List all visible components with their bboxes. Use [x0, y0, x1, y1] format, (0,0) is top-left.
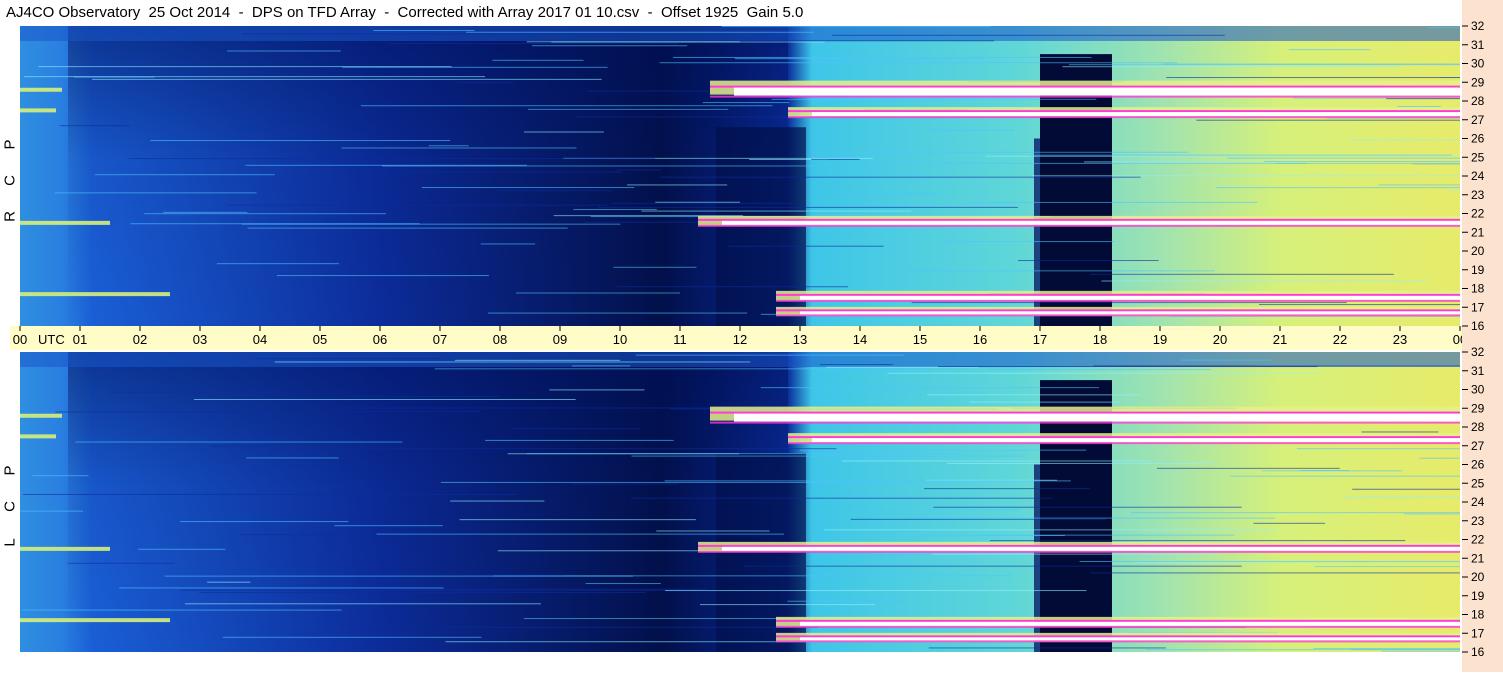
freq-tick-label: 16 [1471, 645, 1485, 659]
freq-tick-label: 31 [1471, 364, 1485, 378]
utc-tick-label: 06 [373, 332, 387, 347]
freq-tick-label: 28 [1471, 420, 1485, 434]
utc-tick-label: 15 [913, 332, 927, 347]
residual-band [20, 618, 170, 623]
utc-tick-label: 10 [613, 332, 627, 347]
polarization-letter: C [1, 175, 19, 186]
freq-tick-label: 23 [1471, 514, 1485, 528]
bright-band [710, 406, 1460, 424]
bright-band [776, 632, 1460, 643]
utc-tick-label: 09 [553, 332, 567, 347]
freq-tick-label: 32 [1471, 345, 1485, 359]
polarization-letter: L [1, 538, 19, 547]
utc-tick-label: 23 [1393, 332, 1407, 347]
utc-tick-label: 00 [13, 332, 27, 347]
spectrogram-rcp-image [20, 26, 1460, 326]
frequency-axis-strip: 32 31 30 29 28 27 26 25 24 23 22 21 20 19 18 17 16 32 31 30… [1462, 0, 1503, 672]
freq-tick-label: 30 [1471, 383, 1485, 397]
freq-tick-label: 17 [1471, 300, 1485, 314]
freq-tick-label: 25 [1471, 150, 1485, 164]
utc-tick-label: 13 [793, 332, 807, 347]
freq-tick-label: 24 [1471, 495, 1485, 509]
utc-unit-label: UTC [38, 332, 65, 347]
utc-tick-label: 17 [1033, 332, 1047, 347]
freq-tick-label: 20 [1471, 244, 1485, 258]
utc-tick-label: 22 [1333, 332, 1347, 347]
frequency-axes: 32 31 30 29 28 27 26 25 24 23 22 21 20 19 18 17 16 32 31 30… [1462, 19, 1485, 659]
residual-band [20, 108, 56, 113]
utc-tick-label: 14 [853, 332, 867, 347]
utc-tick-label: 18 [1093, 332, 1107, 347]
freq-tick-label: 22 [1471, 533, 1485, 547]
bright-band [776, 616, 1460, 628]
utc-tick-label: 21 [1273, 332, 1287, 347]
freq-tick-label: 32 [1471, 19, 1485, 33]
utc-tick-label: 11 [673, 332, 687, 347]
freq-tick-label: 21 [1471, 551, 1485, 565]
polarization-letter: P [1, 465, 19, 476]
night-gradient [68, 26, 788, 326]
bright-band [698, 215, 1460, 227]
utc-time-axis-ticks: 00 01 02 03 04 05 06 07 08 09 10 11 12 13 14 15 16 17 18 19… [13, 326, 1496, 347]
polarization-label-rcp: R C P [0, 26, 20, 326]
utc-tick-label: 03 [193, 332, 207, 347]
freq-tick-label: 26 [1471, 132, 1485, 146]
freq-tick-label: 22 [1471, 207, 1485, 221]
polarization-letter: R [1, 211, 19, 222]
utc-tick-label: 20 [1213, 332, 1227, 347]
freq-tick-label: 18 [1471, 608, 1485, 622]
polarization-letter: C [1, 501, 19, 512]
freq-tick-label: 21 [1471, 225, 1485, 239]
polarization-label-lcp: L C P [0, 352, 20, 652]
bright-band [788, 107, 1460, 119]
bright-band [710, 80, 1460, 98]
residual-band [20, 413, 62, 418]
utc-tick-label: 04 [253, 332, 267, 347]
freq-tick-label: 29 [1471, 75, 1485, 89]
bright-band [788, 433, 1460, 445]
utc-tick-label: 01 [73, 332, 87, 347]
utc-tick-label: 19 [1153, 332, 1167, 347]
utc-tick-label: 00 [1453, 332, 1462, 347]
polarization-letter: P [1, 139, 19, 150]
chart-title: AJ4CO Observatory 25 Oct 2014 - DPS on T… [6, 4, 804, 21]
freq-tick-label: 17 [1471, 626, 1485, 640]
freq-tick-label: 30 [1471, 57, 1485, 71]
bright-band [776, 306, 1460, 317]
residual-band [20, 434, 56, 439]
utc-tick-label: 08 [493, 332, 507, 347]
bright-band [698, 541, 1460, 553]
night-gradient [68, 352, 788, 652]
upper-band [20, 26, 1460, 41]
freq-tick-label: 27 [1471, 113, 1485, 127]
bright-band [776, 290, 1460, 302]
utc-tick-label: 07 [433, 332, 447, 347]
residual-band [20, 292, 170, 297]
spectrogram-lcp-image [20, 352, 1460, 652]
utc-tick-label: 16 [973, 332, 987, 347]
freq-tick-label: 24 [1471, 169, 1485, 183]
freq-tick-label: 16 [1471, 319, 1485, 333]
residual-band [20, 546, 110, 551]
freq-tick-label: 26 [1471, 458, 1485, 472]
freq-tick-label: 27 [1471, 439, 1485, 453]
freq-tick-label: 19 [1471, 589, 1485, 603]
freq-tick-label: 29 [1471, 401, 1485, 415]
utc-tick-label: 05 [313, 332, 327, 347]
residual-band [20, 87, 62, 92]
utc-time-axis: 00 01 02 03 04 05 06 07 08 09 10 11 12 13 14 15 16 17 18 19… [10, 326, 1496, 350]
residual-band [20, 220, 110, 225]
freq-tick-label: 19 [1471, 263, 1485, 277]
spectrogram-lcp [20, 352, 1460, 652]
freq-tick-label: 18 [1471, 282, 1485, 296]
upper-band [20, 352, 1460, 367]
spectrogram-rcp [20, 26, 1460, 326]
utc-tick-label: 12 [733, 332, 747, 347]
utc-tick-label: 02 [133, 332, 147, 347]
freq-tick-label: 25 [1471, 476, 1485, 490]
freq-tick-label: 20 [1471, 570, 1485, 584]
freq-tick-label: 31 [1471, 38, 1485, 52]
freq-tick-label: 23 [1471, 188, 1485, 202]
freq-tick-label: 28 [1471, 94, 1485, 108]
